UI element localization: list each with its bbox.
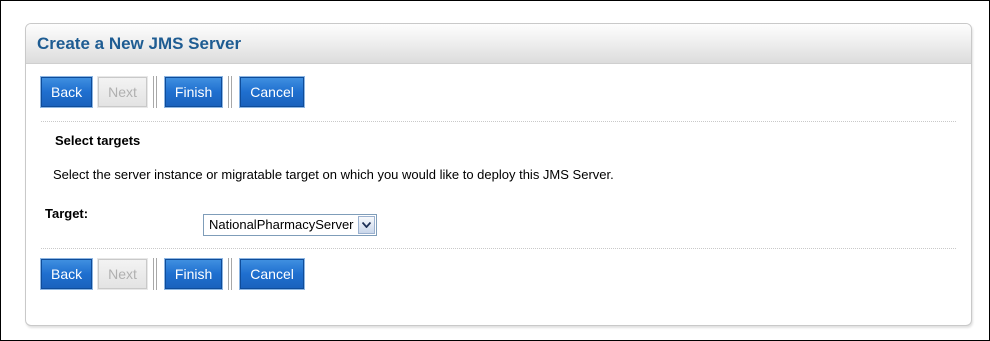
- cancel-button[interactable]: Cancel: [239, 76, 305, 108]
- top-button-bar: Back Next Finish Cancel: [39, 75, 310, 109]
- next-button: Next: [97, 76, 148, 108]
- page-title: Create a New JMS Server: [37, 33, 242, 53]
- section-heading: Select targets: [55, 133, 141, 148]
- create-jms-server-panel: Create a New JMS Server Back Next Finish…: [25, 23, 972, 326]
- chevron-down-icon[interactable]: [357, 216, 375, 234]
- button-separator: [152, 258, 159, 290]
- finish-button[interactable]: Finish: [163, 76, 224, 108]
- section-description: Select the server instance or migratable…: [53, 167, 614, 182]
- button-separator: [152, 76, 159, 108]
- target-select[interactable]: NationalPharmacyServer: [203, 214, 377, 236]
- button-separator: [228, 258, 234, 290]
- cancel-button[interactable]: Cancel: [239, 258, 305, 290]
- back-button[interactable]: Back: [39, 258, 94, 290]
- finish-button[interactable]: Finish: [163, 258, 224, 290]
- back-button[interactable]: Back: [39, 76, 94, 108]
- divider: [41, 248, 956, 249]
- next-button: Next: [97, 258, 148, 290]
- window-frame: Create a New JMS Server Back Next Finish…: [0, 0, 990, 341]
- divider: [41, 121, 956, 122]
- target-label: Target:: [45, 206, 89, 221]
- bottom-button-bar: Back Next Finish Cancel: [39, 257, 310, 291]
- target-select-value: NationalPharmacyServer: [209, 217, 354, 232]
- button-separator: [228, 76, 234, 108]
- panel-header: Create a New JMS Server: [26, 24, 971, 64]
